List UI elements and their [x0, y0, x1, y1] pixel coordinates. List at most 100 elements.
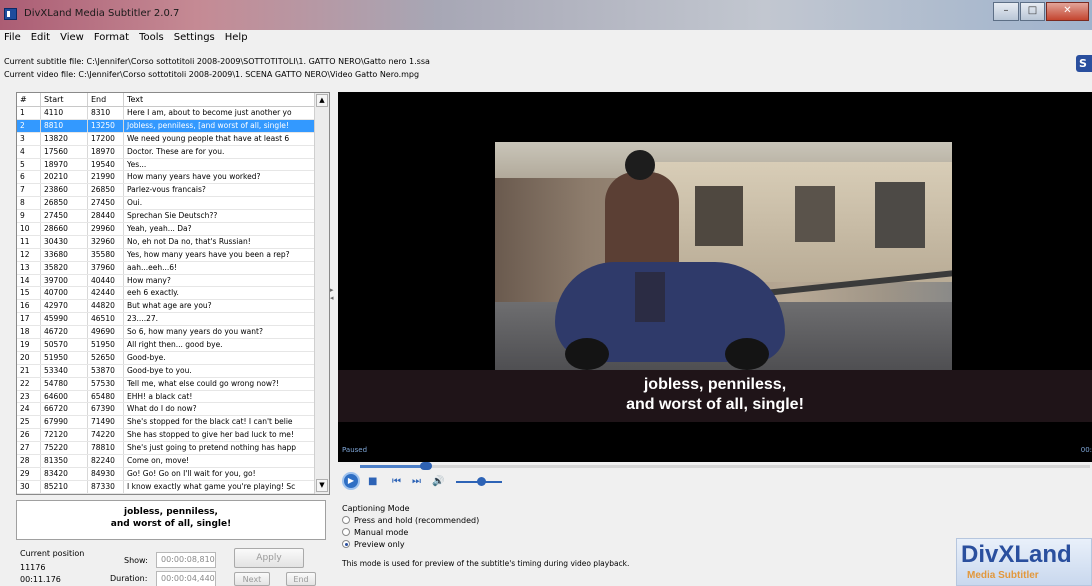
- table-row[interactable]: 25 67990 71490 She's stopped for the black …: [17, 416, 315, 430]
- minimize-button[interactable]: –: [993, 2, 1019, 21]
- scroll-up-icon[interactable]: ▲: [316, 94, 328, 107]
- table-row[interactable]: 15 40700 42440 eeh 6 exactly.: [17, 287, 315, 301]
- divxland-logo: DivXLand Media Subtitler: [956, 538, 1092, 586]
- menu-view[interactable]: View: [56, 30, 90, 47]
- video-subtitle-overlay: jobless, penniless, and worst of all, si…: [338, 370, 1092, 422]
- table-row[interactable]: 16 42970 44820 But what age are you?: [17, 300, 315, 314]
- table-row[interactable]: 30 85210 87330 I know exactly what game you…: [17, 480, 315, 494]
- menu-settings[interactable]: Settings: [170, 30, 221, 47]
- table-row[interactable]: 19 50570 51950 All right then... good bye.: [17, 339, 315, 352]
- menu-help[interactable]: Help: [221, 30, 254, 47]
- radio-press-and-hold[interactable]: Press and hold (recommended): [342, 515, 479, 527]
- row-start: 26850: [41, 197, 88, 210]
- row-start: 51950: [41, 351, 88, 364]
- row-start: 67990: [41, 416, 88, 429]
- table-row[interactable]: 18 46720 49690 So 6, how many years do you…: [17, 326, 315, 340]
- column-header-number[interactable]: #: [17, 93, 41, 106]
- table-row[interactable]: 27 75220 78810 She's just going to pretend …: [17, 442, 315, 456]
- table-row[interactable]: 20 51950 52650 Good-bye.: [17, 351, 315, 365]
- row-text: Parlez-vous francais?: [124, 184, 315, 197]
- row-start: 81350: [41, 455, 88, 467]
- row-start: 50570: [41, 339, 88, 351]
- video-file-path: Current video file: C:\Jennifer\Corso so…: [4, 70, 420, 79]
- row-text: EHH! a black cat!: [124, 390, 315, 403]
- row-number: 1: [17, 107, 41, 119]
- table-row[interactable]: 24 66720 67390 What do I do now?: [17, 403, 315, 417]
- table-row[interactable]: 3 13820 17200 We need young people that hav…: [17, 132, 315, 146]
- table-row[interactable]: 1 4110 8310 Here I am, about to become just…: [17, 107, 315, 120]
- column-header-start[interactable]: Start: [41, 93, 88, 106]
- maximize-button[interactable]: □: [1020, 2, 1045, 21]
- row-text: Good-bye to you.: [124, 364, 315, 377]
- table-row[interactable]: 7 23860 26850 Parlez-vous francais?: [17, 184, 315, 198]
- table-row[interactable]: 26 72120 74220 She has stopped to give her …: [17, 429, 315, 443]
- table-row[interactable]: 6 20210 21990 How many years have you work…: [17, 171, 315, 185]
- close-button[interactable]: ✕: [1046, 2, 1089, 21]
- scroll-down-icon[interactable]: ▼: [316, 479, 328, 492]
- menu-file[interactable]: File: [0, 30, 27, 47]
- end-button[interactable]: End: [286, 572, 316, 586]
- show-time-field[interactable]: 00:00:08,810: [156, 552, 216, 568]
- row-number: 17: [17, 313, 41, 326]
- table-row[interactable]: 28 81350 82240 Come on, move!: [17, 455, 315, 468]
- stop-icon[interactable]: ■: [368, 476, 377, 487]
- row-start: 45990: [41, 313, 88, 326]
- table-row[interactable]: 9 27450 28440 Sprechan Sie Deutsch??: [17, 210, 315, 224]
- row-text: Doctor. These are for you.: [124, 145, 315, 158]
- table-row[interactable]: 5 18970 19540 Yes...: [17, 158, 315, 172]
- row-end: 82240: [88, 455, 124, 467]
- brand-corner-icon: S: [1076, 55, 1092, 72]
- radio-manual-mode[interactable]: Manual mode: [342, 527, 479, 539]
- menu-tools[interactable]: Tools: [135, 30, 170, 47]
- table-row[interactable]: 14 39700 40440 How many?: [17, 274, 315, 288]
- row-number: 19: [17, 339, 41, 351]
- next-icon[interactable]: ⏭: [412, 476, 421, 487]
- row-end: 19540: [88, 158, 124, 171]
- row-text: No, eh not Da no, that's Russian!: [124, 235, 315, 248]
- row-text: I know exactly what game you're playing!…: [124, 480, 315, 493]
- logo-main-text: DivXLand: [961, 541, 1072, 568]
- table-row[interactable]: 22 54780 57530 Tell me, what else could go …: [17, 377, 315, 391]
- radio-preview-only[interactable]: Preview only: [342, 539, 479, 551]
- table-row[interactable]: 23 64600 65480 EHH! a black cat!: [17, 390, 315, 404]
- subtitle-table[interactable]: # Start End Text 1 4110 8310 Here I am, abo…: [16, 92, 330, 495]
- table-row[interactable]: 13 35820 37960 aah...eeh...6!: [17, 261, 315, 275]
- table-row[interactable]: 21 53340 53870 Good-bye to you.: [17, 364, 315, 378]
- table-row[interactable]: 29 83420 84930 Go! Go! Go on I'll wait for …: [17, 467, 315, 481]
- play-icon[interactable]: ▶: [342, 472, 360, 490]
- previous-icon[interactable]: ⏮: [392, 476, 401, 487]
- seek-knob[interactable]: [419, 462, 432, 470]
- row-number: 12: [17, 248, 41, 261]
- row-text: eeh 6 exactly.: [124, 287, 315, 300]
- table-row[interactable]: 11 30430 32960 No, eh not Da no, that's Rus…: [17, 235, 315, 249]
- video-pane[interactable]: jobless, penniless, and worst of all, si…: [338, 92, 1092, 462]
- splitter-arrows-icon[interactable]: ▸ ◂: [330, 286, 334, 302]
- table-row[interactable]: 10 28660 29960 Yeah, yeah... Da?: [17, 223, 315, 236]
- row-text: How many?: [124, 274, 315, 287]
- table-row[interactable]: 2 8810 13250 Jobless, penniless, [and worst…: [17, 119, 315, 133]
- table-row[interactable]: 8 26850 27450 Oui.: [17, 197, 315, 211]
- seek-bar[interactable]: [360, 465, 1090, 468]
- row-end: 49690: [88, 326, 124, 339]
- volume-knob[interactable]: [477, 477, 487, 486]
- duration-label: Duration:: [110, 574, 148, 583]
- menu-edit[interactable]: Edit: [27, 30, 56, 47]
- menu-format[interactable]: Format: [90, 30, 135, 47]
- volume-icon[interactable]: 🔊: [432, 476, 444, 487]
- row-start: 46720: [41, 326, 88, 339]
- captioning-mode-group: Captioning Mode Press and hold (recommen…: [342, 503, 479, 551]
- table-row[interactable]: 4 17560 18970 Doctor. These are for you.: [17, 145, 315, 159]
- apply-button[interactable]: Apply: [234, 548, 304, 568]
- next-button[interactable]: Next: [234, 572, 270, 586]
- row-number: 28: [17, 455, 41, 467]
- table-scrollbar[interactable]: ▲ ▼: [314, 93, 329, 494]
- row-number: 20: [17, 351, 41, 364]
- row-text: Oui.: [124, 197, 315, 210]
- column-header-end[interactable]: End: [88, 93, 124, 106]
- column-header-text[interactable]: Text: [124, 93, 315, 106]
- duration-field[interactable]: 00:00:04,440: [156, 571, 216, 586]
- row-number: 29: [17, 467, 41, 480]
- table-row[interactable]: 17 45990 46510 23....27.: [17, 313, 315, 327]
- table-row[interactable]: 12 33680 35580 Yes, how many years have you…: [17, 248, 315, 262]
- table-header: # Start End Text: [17, 93, 315, 107]
